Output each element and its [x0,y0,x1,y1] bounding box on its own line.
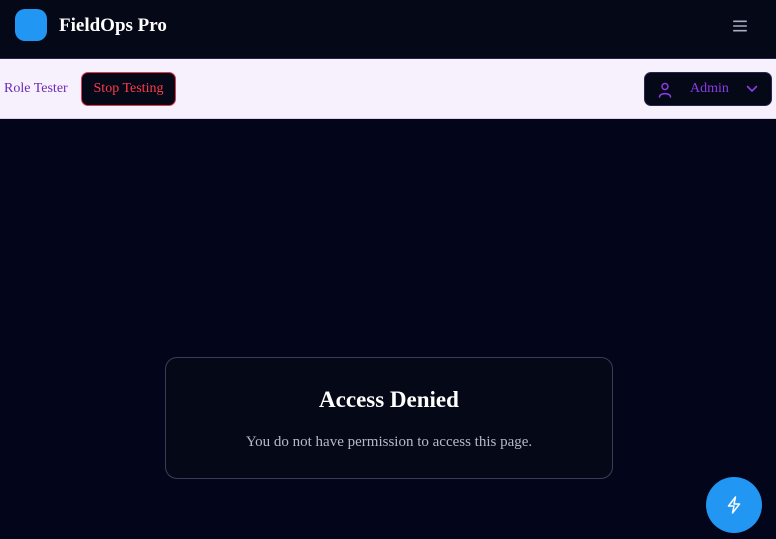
access-denied-message: You do not have permission to access thi… [245,434,533,450]
stop-testing-button[interactable]: Stop Testing [81,72,176,106]
user-icon [658,82,672,98]
app-title: FieldOps Pro [59,15,167,36]
quick-action-button[interactable] [706,477,762,533]
hamburger-menu-icon [733,20,747,32]
access-denied-title: Access Denied [319,387,459,412]
role-tester-label: Role Tester [4,81,68,96]
lightning-icon [727,496,741,514]
menu-button[interactable] [728,14,752,38]
chevron-down-icon [746,85,758,92]
app-logo [15,9,47,41]
role-select[interactable]: Admin [644,72,772,106]
selected-role: Admin [690,81,729,96]
app-header: FieldOps Pro [0,0,776,57]
access-denied-card: Access Denied You do not have permission… [165,357,613,479]
role-tester-bar: Role Tester Stop Testing Admin [0,58,776,119]
